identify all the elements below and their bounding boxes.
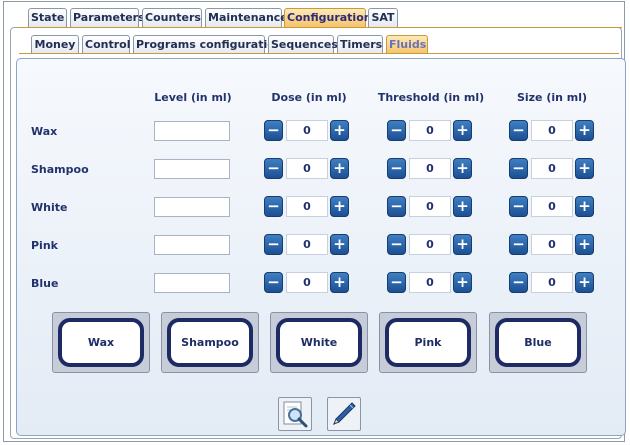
fluid-button-shampoo[interactable]: Shampoo [161, 312, 259, 373]
white-level-input[interactable] [154, 197, 230, 217]
minus-icon[interactable]: − [387, 158, 406, 179]
fluid-button-label: Blue [495, 318, 581, 367]
wax-threshold-value[interactable]: 0 [409, 120, 451, 141]
blue-threshold-value[interactable]: 0 [409, 272, 451, 293]
wax-size-value[interactable]: 0 [531, 120, 573, 141]
shampoo-dose-value[interactable]: 0 [286, 158, 328, 179]
row-label-white: White [31, 201, 68, 214]
fluid-button-label: Shampoo [167, 318, 253, 367]
fluid-button-label: Pink [385, 318, 471, 367]
blue-dose-value[interactable]: 0 [286, 272, 328, 293]
white-dose-value[interactable]: 0 [286, 196, 328, 217]
tab-maintenance[interactable]: Maintenance [205, 8, 288, 27]
tab-parameters[interactable]: Parameters [70, 8, 145, 27]
tab-divider [18, 27, 622, 33]
plus-icon[interactable]: + [453, 158, 472, 179]
minus-icon[interactable]: − [509, 272, 528, 293]
pink-size-value[interactable]: 0 [531, 234, 573, 255]
minus-icon[interactable]: − [264, 120, 283, 141]
plus-icon[interactable]: + [453, 272, 472, 293]
row-label-wax: Wax [31, 125, 58, 138]
fluid-button-blue[interactable]: Blue [489, 312, 587, 373]
subtab-money[interactable]: Money [31, 35, 79, 54]
plus-icon[interactable]: + [453, 196, 472, 217]
row-label-blue: Blue [31, 277, 59, 290]
subtab-fluids[interactable]: Fluids [386, 35, 428, 54]
fluid-button-white[interactable]: White [270, 312, 368, 373]
white-size-value[interactable]: 0 [531, 196, 573, 217]
minus-icon[interactable]: − [387, 120, 406, 141]
row-label-shampoo: Shampoo [31, 163, 89, 176]
plus-icon[interactable]: + [330, 120, 349, 141]
preview-button[interactable] [278, 397, 312, 431]
minus-icon[interactable]: − [264, 158, 283, 179]
magnifier-icon [283, 401, 308, 428]
plus-icon[interactable]: + [575, 272, 594, 293]
plus-icon[interactable]: + [330, 234, 349, 255]
pen-icon [333, 402, 356, 425]
subtab-control[interactable]: Control [82, 35, 130, 54]
fluid-button-wax[interactable]: Wax [52, 312, 150, 373]
minus-icon[interactable]: − [509, 234, 528, 255]
minus-icon[interactable]: − [264, 234, 283, 255]
minus-icon[interactable]: − [509, 120, 528, 141]
plus-icon[interactable]: + [330, 272, 349, 293]
tab-configuration[interactable]: Configuration [284, 8, 372, 27]
row-label-pink: Pink [31, 239, 58, 252]
minus-icon[interactable]: − [509, 158, 528, 179]
minus-icon[interactable]: − [264, 272, 283, 293]
minus-icon[interactable]: − [387, 196, 406, 217]
column-header-threshold: Threshold (in ml) [377, 91, 485, 104]
subtab-timers[interactable]: Timers [337, 35, 383, 54]
pink-level-input[interactable] [154, 235, 230, 255]
tab-state[interactable]: State [28, 8, 67, 27]
plus-icon[interactable]: + [330, 196, 349, 217]
white-threshold-value[interactable]: 0 [409, 196, 451, 217]
subtab-sequences[interactable]: Sequences [268, 35, 338, 54]
shampoo-size-value[interactable]: 0 [531, 158, 573, 179]
plus-icon[interactable]: + [575, 158, 594, 179]
shampoo-threshold-value[interactable]: 0 [409, 158, 451, 179]
blue-size-value[interactable]: 0 [531, 272, 573, 293]
tab-counters[interactable]: Counters [142, 8, 202, 27]
plus-icon[interactable]: + [575, 196, 594, 217]
minus-icon[interactable]: − [387, 234, 406, 255]
pink-threshold-value[interactable]: 0 [409, 234, 451, 255]
wax-level-input[interactable] [154, 121, 230, 141]
column-header-size: Size (in ml) [516, 91, 588, 104]
column-header-dose: Dose (in ml) [271, 91, 347, 104]
fluid-button-label: White [276, 318, 362, 367]
subtab-programs-configuration[interactable]: Programs configuration [133, 35, 283, 54]
plus-icon[interactable]: + [453, 234, 472, 255]
fluid-button-pink[interactable]: Pink [379, 312, 477, 373]
minus-icon[interactable]: − [509, 196, 528, 217]
column-header-level: Level (in ml) [154, 91, 232, 104]
tab-sat[interactable]: SAT [368, 8, 398, 27]
plus-icon[interactable]: + [330, 158, 349, 179]
edit-button[interactable] [327, 397, 361, 431]
plus-icon[interactable]: + [453, 120, 472, 141]
plus-icon[interactable]: + [575, 120, 594, 141]
plus-icon[interactable]: + [575, 234, 594, 255]
blue-level-input[interactable] [154, 273, 230, 293]
minus-icon[interactable]: − [387, 272, 406, 293]
minus-icon[interactable]: − [264, 196, 283, 217]
pink-dose-value[interactable]: 0 [286, 234, 328, 255]
shampoo-level-input[interactable] [154, 159, 230, 179]
wax-dose-value[interactable]: 0 [286, 120, 328, 141]
fluid-button-label: Wax [58, 318, 144, 367]
